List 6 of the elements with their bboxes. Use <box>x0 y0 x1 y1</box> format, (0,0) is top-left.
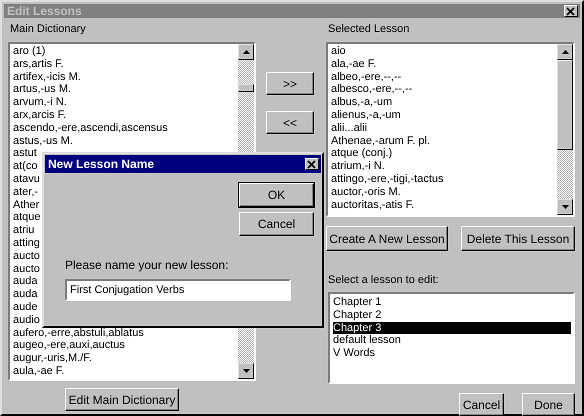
list-label: Selected Lesson <box>327 23 410 37</box>
prompt-label: Please name your new lesson: <box>65 258 230 272</box>
list-label: Main Dictionary <box>9 23 87 37</box>
window-title: Edit Lessons <box>7 4 82 18</box>
list-label: Select a lesson to edit: <box>327 274 440 288</box>
dialog-title: New Lesson Name <box>48 157 154 171</box>
